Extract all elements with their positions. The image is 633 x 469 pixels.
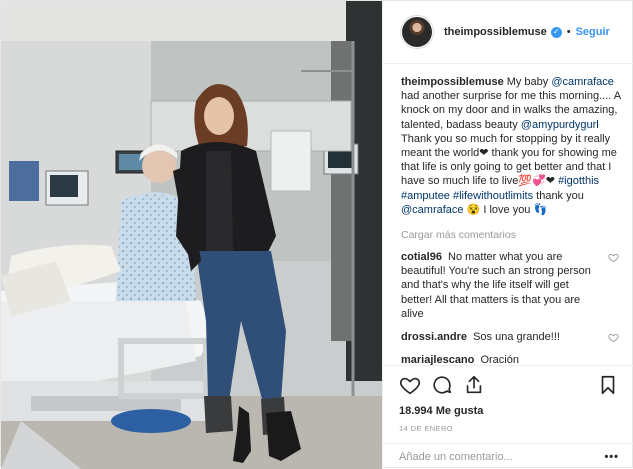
avatar-image bbox=[402, 17, 432, 47]
header-username[interactable]: theimpossiblemuse bbox=[444, 26, 547, 38]
post-actions: 18.994 Me gusta 14 DE ENERO bbox=[383, 365, 633, 433]
mention-link[interactable]: @amypurdygurl bbox=[521, 119, 599, 131]
like-comment-heart-icon[interactable] bbox=[608, 252, 619, 263]
action-icons-row bbox=[399, 366, 619, 404]
comment-item: drossi.andre Sos una grande!!! bbox=[401, 330, 621, 344]
add-comment-input[interactable] bbox=[399, 450, 599, 463]
post-caption: theimpossiblemuse My baby @camraface had … bbox=[401, 75, 621, 217]
share-icon[interactable] bbox=[463, 374, 485, 396]
comment-item: mariajlescano Oración bbox=[401, 353, 621, 365]
comment-text: Oración bbox=[480, 354, 519, 365]
comment-username[interactable]: mariajlescano bbox=[401, 354, 474, 365]
hashtag-link[interactable]: #amputee bbox=[401, 190, 450, 202]
mention-link[interactable]: @camraface bbox=[401, 204, 464, 216]
more-options-icon[interactable]: ••• bbox=[604, 451, 619, 463]
comments-section[interactable]: theimpossiblemuse My baby @camraface had … bbox=[383, 65, 633, 365]
avatar[interactable] bbox=[400, 15, 434, 49]
post-header: theimpossiblemuse ✓ • Seguir bbox=[383, 1, 633, 64]
header-separator: • bbox=[566, 26, 571, 38]
hospital-room-photo bbox=[1, 1, 382, 469]
verified-badge-icon: ✓ bbox=[550, 26, 562, 38]
caption-text: 😵 I love you 👣 bbox=[463, 203, 548, 216]
post-date: 14 DE ENERO bbox=[399, 424, 453, 433]
post-photo[interactable] bbox=[1, 1, 382, 469]
hashtag-link[interactable]: #igotthis bbox=[558, 175, 599, 187]
caption-text: thank you bbox=[533, 189, 584, 202]
comment-username[interactable]: cotial96 bbox=[401, 251, 442, 263]
caption-text: My baby bbox=[506, 76, 552, 88]
like-comment-heart-icon[interactable] bbox=[608, 332, 619, 343]
comment-text: Sos una grande!!! bbox=[473, 331, 560, 344]
hashtag-link[interactable]: #lifewithoutlimits bbox=[453, 190, 533, 202]
follow-button[interactable]: Seguir bbox=[576, 26, 610, 38]
likes-count[interactable]: 18.994 Me gusta bbox=[399, 405, 619, 417]
comment-item: cotial96 No matter what you are beautifu… bbox=[401, 250, 621, 321]
heart-icon[interactable] bbox=[399, 374, 421, 396]
bookmark-icon[interactable] bbox=[597, 374, 619, 396]
caption-username[interactable]: theimpossiblemuse bbox=[401, 76, 504, 88]
comment-icon[interactable] bbox=[431, 374, 453, 396]
post-sidebar: theimpossiblemuse ✓ • Seguir theimpossib… bbox=[382, 1, 633, 469]
load-more-comments-button[interactable]: Cargar más comentarios bbox=[401, 229, 621, 241]
add-comment-bar: ••• bbox=[383, 443, 633, 469]
mention-link[interactable]: @camraface bbox=[551, 76, 614, 88]
comment-username[interactable]: drossi.andre bbox=[401, 331, 467, 343]
instagram-post: theimpossiblemuse ✓ • Seguir theimpossib… bbox=[0, 0, 633, 469]
